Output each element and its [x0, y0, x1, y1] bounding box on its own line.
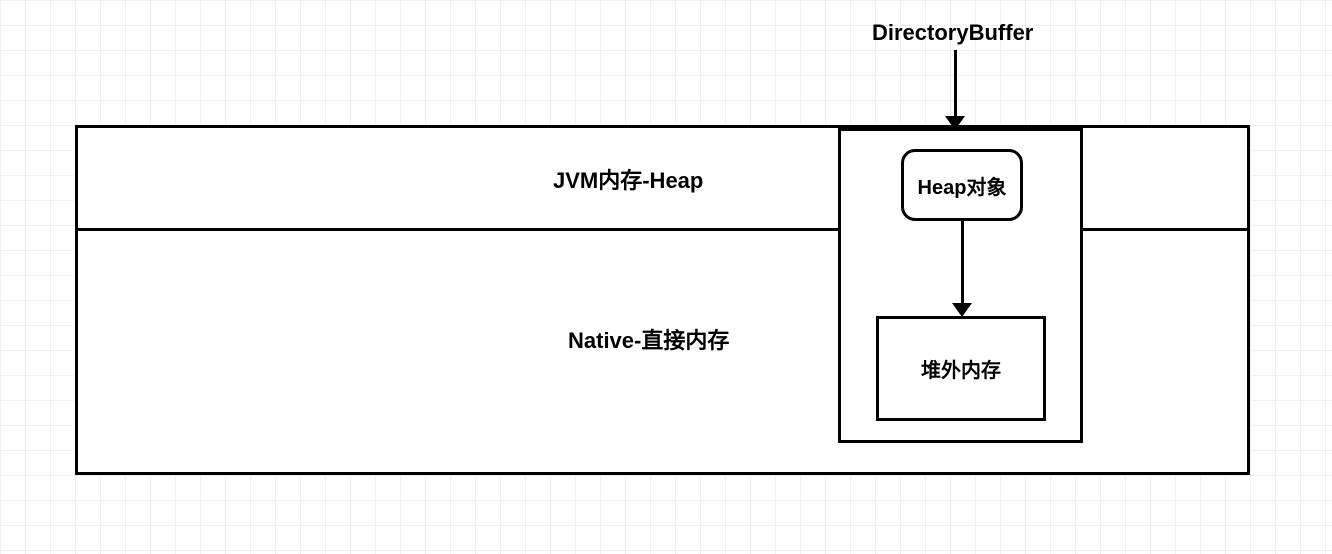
- arrow-middle: [961, 221, 964, 303]
- offheap-memory-label: 堆外内存: [921, 354, 1001, 383]
- heap-object-box: Heap对象: [901, 149, 1023, 221]
- heap-object-label: Heap对象: [918, 171, 1007, 200]
- diagram-container: DirectoryBuffer JVM内存-Heap Native-直接内存 H…: [0, 0, 1332, 554]
- title-label: DirectoryBuffer: [872, 20, 1033, 46]
- right-panel: Heap对象 堆外内存: [838, 128, 1083, 443]
- native-memory-label: Native-直接内存: [568, 323, 729, 355]
- memory-outer-box: JVM内存-Heap Native-直接内存 Heap对象 堆外内存: [75, 125, 1250, 475]
- arrow-middle-head: [952, 303, 972, 317]
- jvm-heap-label: JVM内存-Heap: [553, 163, 703, 195]
- arrow-top: [954, 50, 957, 125]
- offheap-memory-box: 堆外内存: [876, 316, 1046, 421]
